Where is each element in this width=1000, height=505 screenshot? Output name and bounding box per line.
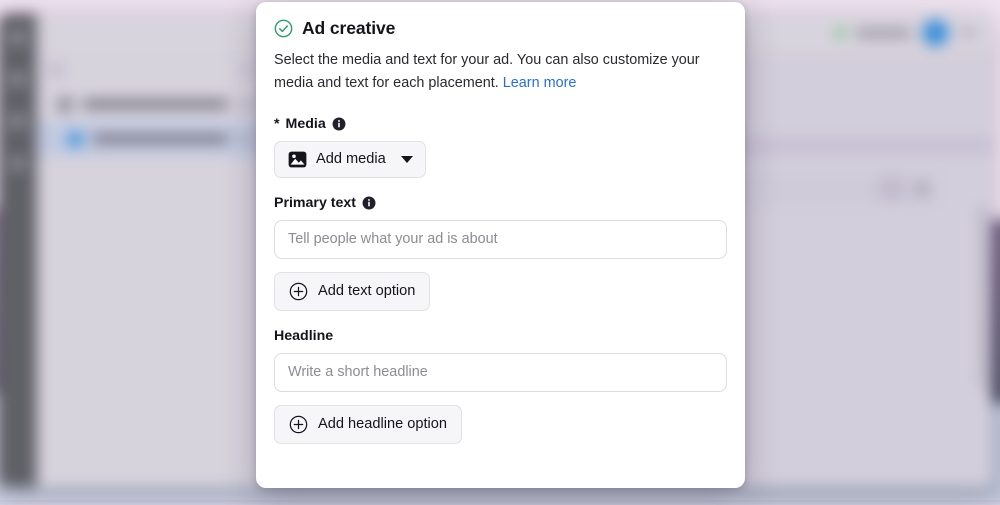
media-section: * Media Add media	[274, 116, 727, 178]
image-icon	[288, 151, 307, 168]
modal-header: Ad creative	[274, 18, 727, 39]
primary-text-label: Primary text	[274, 195, 727, 211]
media-label: * Media	[274, 116, 727, 132]
plus-circle-icon	[289, 282, 308, 300]
add-media-label: Add media	[316, 151, 386, 168]
info-icon[interactable]	[332, 117, 346, 131]
add-headline-option-button[interactable]: Add headline option	[274, 404, 463, 444]
check-circle-icon	[274, 19, 293, 38]
modal-description: Select the media and text for your ad. Y…	[274, 49, 726, 96]
headline-section: Headline Add headline option	[274, 328, 727, 444]
add-media-button[interactable]: Add media	[274, 140, 426, 178]
required-marker: *	[274, 115, 280, 132]
add-text-option-label: Add text option	[318, 283, 416, 300]
headline-label-text: Headline	[274, 327, 334, 344]
headline-input[interactable]	[274, 352, 727, 392]
chevron-down-icon	[400, 155, 413, 163]
add-text-option-button[interactable]: Add text option	[274, 271, 431, 311]
ad-creative-panel: Ad creative Select the media and text fo…	[256, 2, 745, 488]
page-title: Ad creative	[302, 18, 396, 38]
primary-text-section: Primary text Add text option	[274, 195, 727, 311]
primary-text-input[interactable]	[274, 219, 727, 259]
learn-more-link[interactable]: Learn more	[503, 75, 577, 91]
media-label-text: Media	[285, 115, 326, 132]
headline-label: Headline	[274, 328, 727, 344]
info-icon[interactable]	[362, 196, 376, 210]
plus-circle-icon	[289, 415, 308, 433]
primary-text-label-text: Primary text	[274, 194, 357, 211]
add-headline-option-label: Add headline option	[318, 416, 448, 433]
modal-description-text: Select the media and text for your ad. Y…	[274, 52, 700, 92]
